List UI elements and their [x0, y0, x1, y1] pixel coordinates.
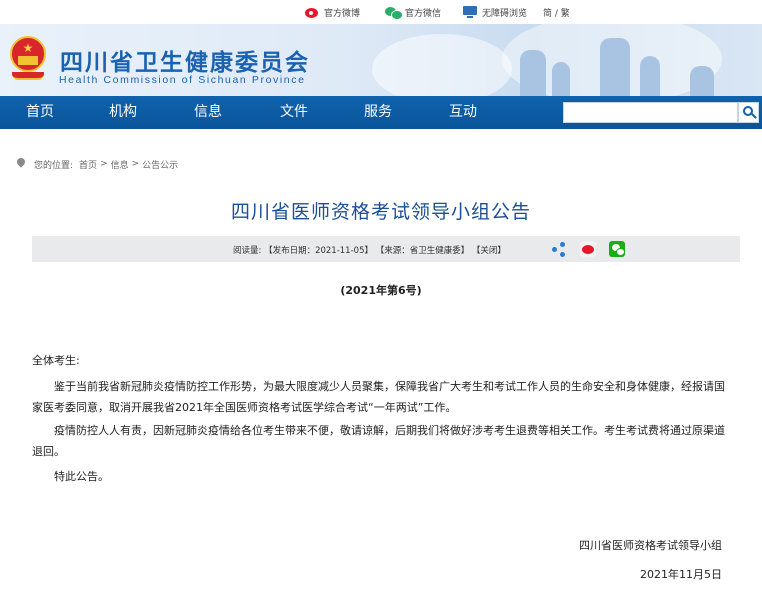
nav-item-documents[interactable]: 文件: [280, 96, 308, 129]
language-label: 简 / 繁: [543, 8, 570, 19]
share-icon[interactable]: [551, 241, 567, 257]
breadcrumb: 您的位置: 首页 > 信息 > 公告公示: [16, 156, 178, 172]
document-number: (2021年第6号): [340, 284, 422, 297]
banner-figure: [690, 66, 714, 96]
article-signature: 四川省医师资格考试领导小组: [579, 539, 722, 552]
site-subtitle: Health Commission of Sichuan Province: [59, 74, 306, 86]
banner-figure: [640, 56, 660, 96]
article-paragraph: 疫情防控人人有责，因新冠肺炎疫情给各位考生带来不便，敬请谅解，后期我们将做好涉考…: [32, 424, 725, 458]
breadcrumb-separator: >: [131, 159, 140, 169]
breadcrumb-home[interactable]: 首页: [79, 158, 97, 171]
official-weixin-link[interactable]: 官方微信: [385, 4, 441, 20]
main-nav: 首页 机构 信息 文件 服务 互动: [0, 96, 762, 129]
nav-item-interaction[interactable]: 互动: [449, 96, 477, 129]
wechat-icon: [385, 6, 403, 20]
breadcrumb-separator: >: [100, 159, 108, 169]
nav-item-home[interactable]: 首页: [26, 96, 54, 129]
monitor-icon: [462, 5, 478, 19]
article-paragraph: 鉴于当前我省新冠肺炎疫情防控工作形势，为最大限度减少人员聚集，保障我省广大考生和…: [32, 380, 725, 414]
banner-cloud: [372, 34, 512, 96]
official-weixin-label: 官方微信: [405, 8, 442, 19]
share-wechat-icon[interactable]: [609, 241, 625, 257]
official-weibo-label: 官方微博: [324, 8, 361, 19]
article-paragraph: 特此公告。: [54, 470, 109, 483]
weibo-icon: [305, 6, 320, 19]
national-emblem-icon: ★: [8, 34, 48, 84]
accessibility-link[interactable]: 无障碍浏览: [462, 4, 527, 20]
top-utility-bar: 官方微博 官方微信 无障碍浏览 简 / 繁: [0, 0, 762, 24]
breadcrumb-prefix: 您的位置:: [34, 160, 74, 171]
site-title[interactable]: 四川省卫生健康委员会: [60, 43, 310, 77]
nav-item-services[interactable]: 服务: [364, 96, 392, 129]
article-meta: 阅读量: 【发布日期：2021-11-05】 【来源：省卫生健康委】 【关闭】: [233, 244, 506, 256]
search-input[interactable]: [563, 102, 738, 123]
read-count-label: 阅读量:: [233, 246, 262, 256]
header-banner: ★ 四川省卫生健康委员会 Health Commission of Sichua…: [0, 24, 762, 96]
banner-figure: [552, 62, 570, 96]
language-switch[interactable]: 简 / 繁: [543, 4, 570, 20]
banner-figure: [520, 50, 546, 96]
article-sign-date: 2021年11月5日: [640, 568, 722, 581]
article-title: 四川省医师资格考试领导小组公告: [230, 201, 531, 223]
publish-date: 【发布日期：2021-11-05】: [264, 246, 373, 256]
accessibility-label: 无障碍浏览: [482, 8, 528, 19]
breadcrumb-announcements[interactable]: 公告公示: [142, 158, 178, 171]
breadcrumb-information[interactable]: 信息: [111, 158, 129, 171]
banner-figure: [600, 38, 630, 96]
close-link[interactable]: 【关闭】: [472, 246, 506, 256]
nav-item-information[interactable]: 信息: [194, 96, 222, 129]
search-button[interactable]: [738, 102, 759, 123]
article-source: 【来源：省卫生健康委】: [375, 246, 470, 256]
share-weibo-icon[interactable]: [580, 241, 596, 257]
location-pin-icon: [16, 158, 26, 171]
official-weibo-link[interactable]: 官方微博: [305, 4, 360, 20]
nav-item-organization[interactable]: 机构: [109, 96, 137, 129]
article-info-bar: 阅读量: 【发布日期：2021-11-05】 【来源：省卫生健康委】 【关闭】: [32, 236, 740, 262]
article-greeting: 全体考生:: [32, 354, 80, 367]
